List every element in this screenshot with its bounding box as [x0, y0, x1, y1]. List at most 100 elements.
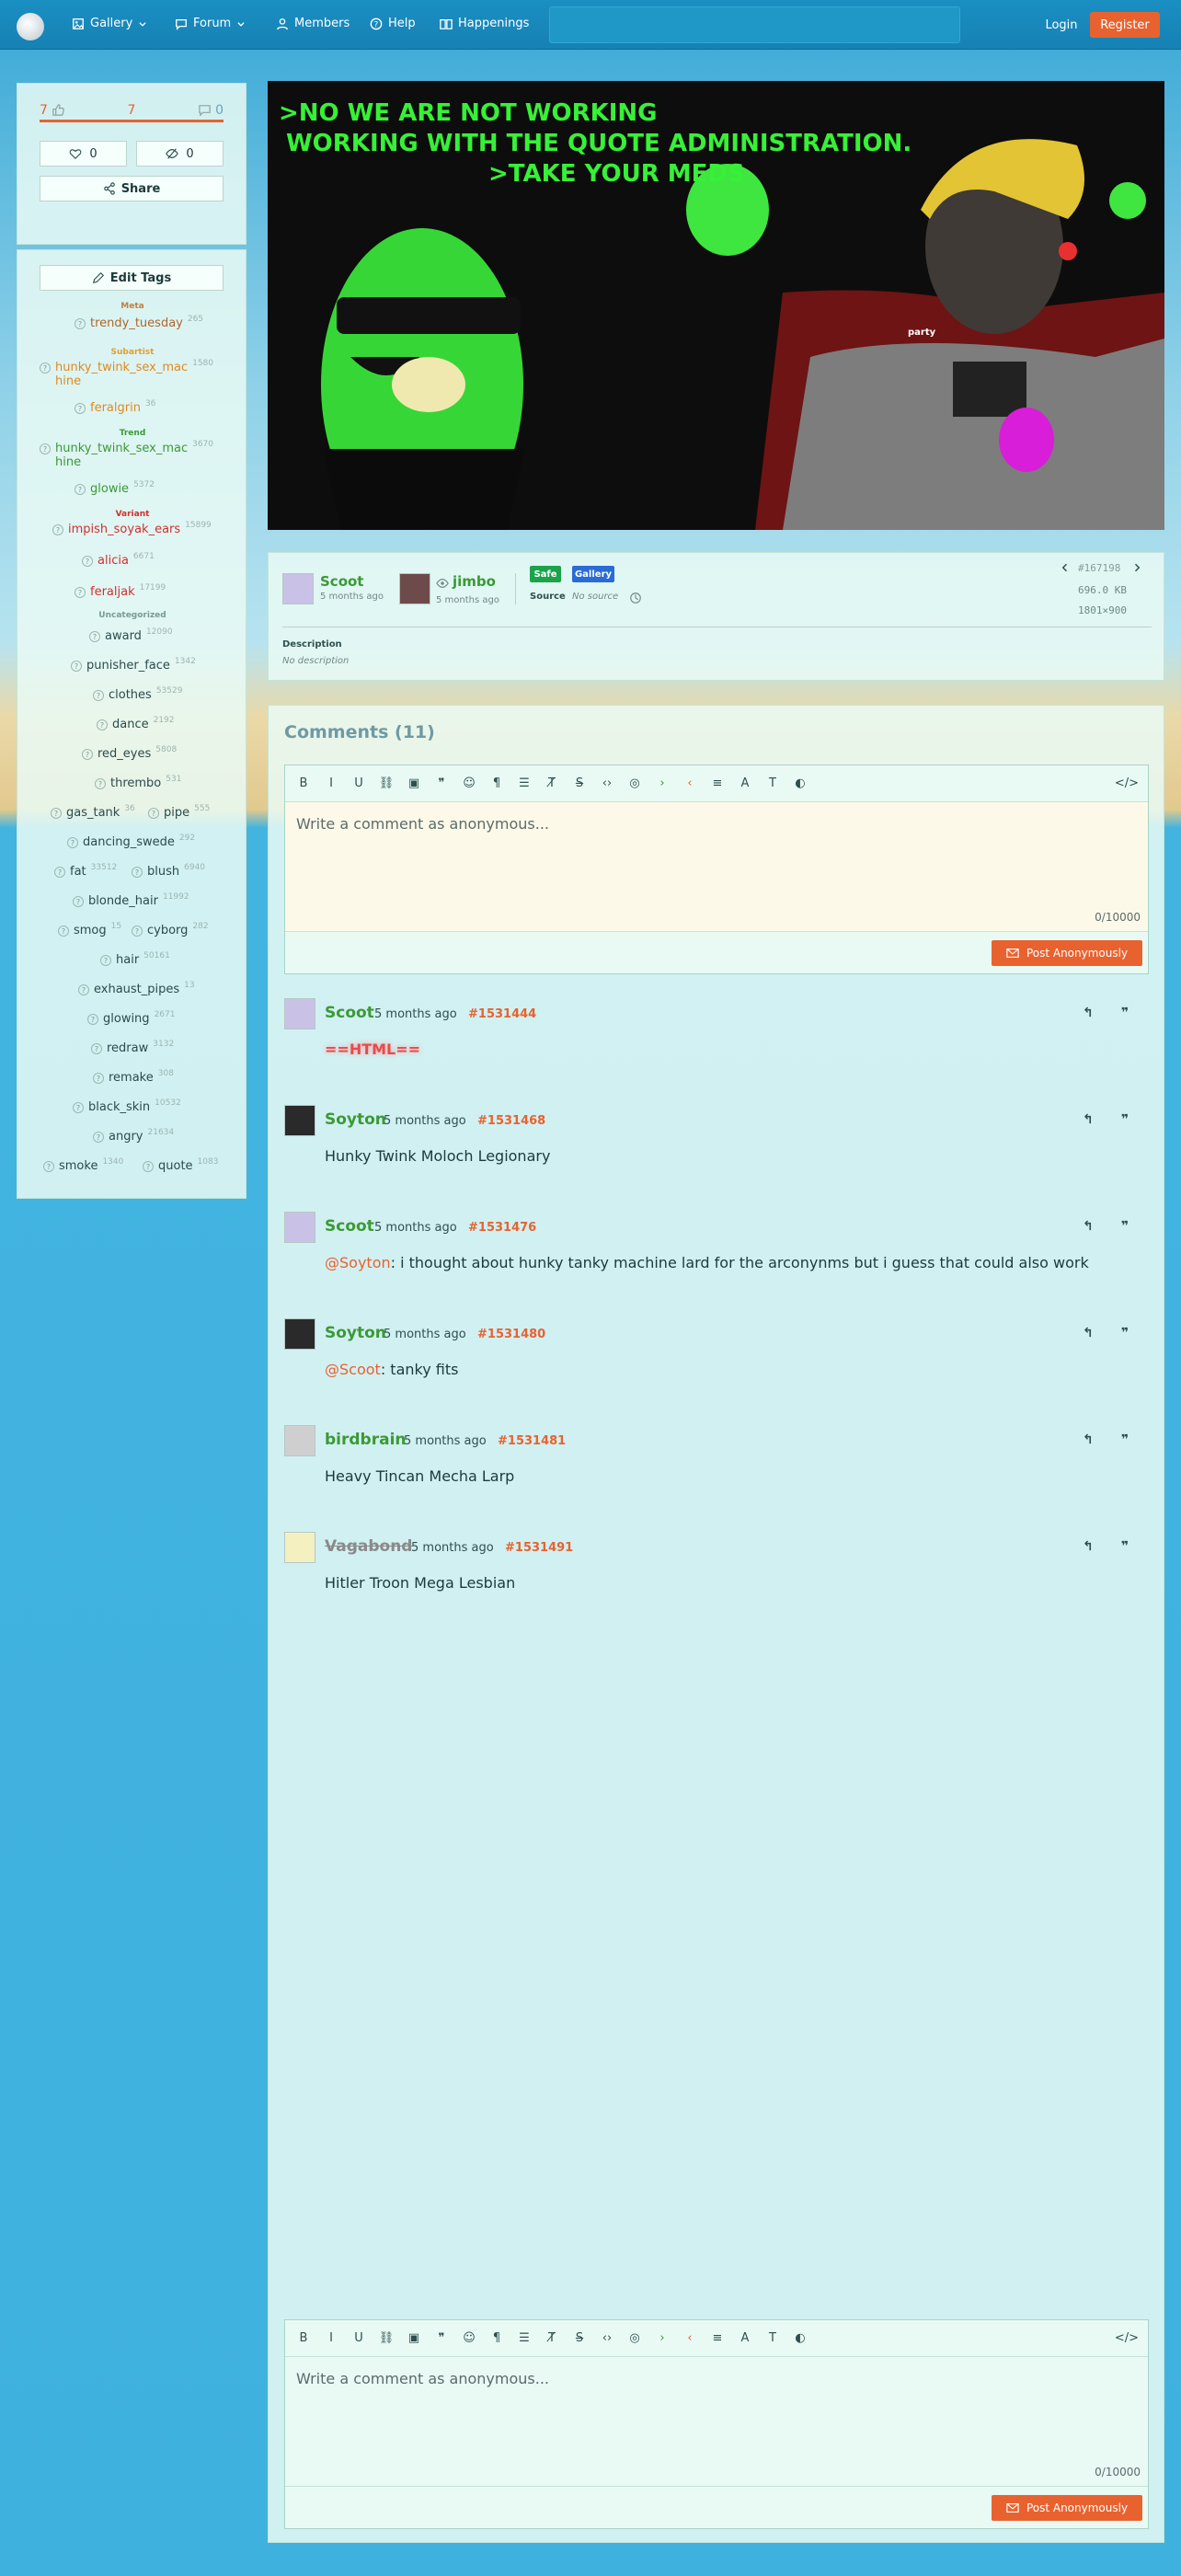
comment-author[interactable]: Scoot: [325, 1004, 374, 1022]
tag-item[interactable]: ? cyborg 282: [132, 922, 209, 937]
italic-icon[interactable]: I: [322, 2331, 340, 2345]
tag-item[interactable]: ? red_eyes 5808: [82, 745, 177, 761]
greentext-icon[interactable]: ›: [653, 776, 671, 790]
quote-icon[interactable]: ❞: [1121, 1539, 1129, 1554]
avatar[interactable]: [284, 1318, 315, 1350]
tag-item[interactable]: ? smog 15: [58, 922, 121, 937]
tag-help-icon[interactable]: ?: [78, 984, 89, 995]
quote-icon[interactable]: ❞: [1121, 1219, 1129, 1234]
align-icon[interactable]: ≡: [708, 776, 727, 790]
avatar[interactable]: [284, 998, 315, 1029]
avatar[interactable]: [284, 1105, 315, 1136]
tag-help-icon[interactable]: ?: [89, 631, 100, 642]
tag-item[interactable]: ? fat 33512: [54, 863, 117, 879]
comment-id-link[interactable]: #1531480: [477, 1328, 545, 1341]
tag-help-icon[interactable]: ?: [97, 719, 108, 730]
comment-author[interactable]: Vagabond: [325, 1537, 412, 1556]
site-logo[interactable]: [17, 13, 44, 40]
link-icon[interactable]: ⛓: [377, 776, 396, 790]
reply-icon[interactable]: ↰: [1083, 1006, 1094, 1020]
avatar[interactable]: [284, 1212, 315, 1243]
image-icon[interactable]: ▣: [405, 776, 423, 790]
nav-members[interactable]: Members: [276, 17, 350, 30]
tag-help-icon[interactable]: ?: [43, 1161, 54, 1172]
reply-icon[interactable]: ↰: [1083, 1539, 1094, 1554]
heading-icon[interactable]: ¶: [487, 2331, 506, 2345]
tag-item[interactable]: ? pipe 555: [148, 804, 210, 820]
post-image[interactable]: >NO WE ARE NOT WORKING WORKING WITH THE …: [268, 81, 1164, 530]
heading-icon[interactable]: ¶: [487, 776, 506, 790]
tag-item[interactable]: ? blush 6940: [132, 863, 205, 879]
tag-help-icon[interactable]: ?: [52, 524, 63, 535]
source-code-icon[interactable]: </>: [1115, 2331, 1139, 2345]
tag-help-icon[interactable]: ?: [95, 778, 106, 789]
list-icon[interactable]: ☰: [515, 776, 533, 790]
nav-happenings[interactable]: Happenings: [440, 17, 529, 30]
palette-icon[interactable]: ◐: [791, 776, 809, 790]
nav-help[interactable]: ? Help: [370, 17, 416, 30]
text-icon[interactable]: T: [763, 2331, 782, 2345]
comment-id-link[interactable]: #1531468: [477, 1114, 545, 1128]
tag-item[interactable]: ? dancing_swede 292: [67, 834, 195, 849]
tag-item[interactable]: ? glowing 2671: [87, 1010, 175, 1026]
tag-item[interactable]: ? redraw 3132: [91, 1040, 174, 1055]
greentext-icon[interactable]: ›: [653, 2331, 671, 2345]
spoiler-icon[interactable]: ◎: [625, 2331, 644, 2345]
reply-icon[interactable]: ↰: [1083, 1112, 1094, 1127]
editor-name[interactable]: jimbo: [453, 573, 496, 590]
tag-item[interactable]: ? smoke 1340: [43, 1157, 123, 1173]
nav-forum[interactable]: Forum: [175, 17, 246, 30]
clear-format-icon[interactable]: T̸: [543, 776, 561, 790]
comment-id-link[interactable]: #1531491: [505, 1541, 573, 1555]
tag-item[interactable]: ? blonde_hair 11992: [73, 892, 189, 908]
code-icon[interactable]: ‹›: [598, 776, 616, 790]
comment-author[interactable]: birdbrain: [325, 1431, 407, 1449]
share-button[interactable]: Share: [40, 176, 224, 201]
tag-item[interactable]: ? impish_soyak_ears 15899: [52, 521, 212, 536]
tag-help-icon[interactable]: ?: [67, 837, 78, 848]
avatar[interactable]: [284, 1532, 315, 1563]
tag-help-icon[interactable]: ?: [51, 808, 62, 819]
bold-icon[interactable]: B: [294, 2331, 313, 2345]
tag-help-icon[interactable]: ?: [40, 443, 51, 454]
source-code-icon[interactable]: </>: [1115, 776, 1139, 790]
tag-item[interactable]: ? glowie 5372: [75, 480, 155, 496]
tag-help-icon[interactable]: ?: [40, 362, 51, 374]
avatar[interactable]: [282, 573, 314, 604]
tag-item[interactable]: ? clothes 53529: [93, 686, 182, 702]
tag-help-icon[interactable]: ?: [75, 587, 86, 598]
quote-icon[interactable]: ❞: [1121, 1432, 1129, 1447]
tag-help-icon[interactable]: ?: [82, 749, 93, 760]
hide-button[interactable]: 0: [136, 141, 224, 167]
palette-icon[interactable]: ◐: [791, 2331, 809, 2345]
edit-tags-button[interactable]: Edit Tags: [40, 265, 224, 291]
tag-help-icon[interactable]: ?: [75, 484, 86, 495]
tag-help-icon[interactable]: ?: [93, 1073, 104, 1084]
orangetext-icon[interactable]: ‹: [681, 776, 699, 790]
link-icon[interactable]: ⛓: [377, 2331, 396, 2345]
nav-gallery[interactable]: Gallery: [72, 17, 147, 30]
color-icon[interactable]: A: [736, 2331, 754, 2345]
post-anonymously-button[interactable]: Post Anonymously: [992, 2495, 1142, 2521]
quote-icon[interactable]: ❞: [432, 2331, 451, 2345]
strikethrough-icon[interactable]: S̶: [570, 2331, 589, 2345]
quote-icon[interactable]: ❞: [1121, 1006, 1129, 1020]
clear-format-icon[interactable]: T̸: [543, 2331, 561, 2345]
quote-icon[interactable]: ❞: [432, 776, 451, 790]
list-icon[interactable]: ☰: [515, 2331, 533, 2345]
underline-icon[interactable]: U: [350, 2331, 368, 2345]
tag-help-icon[interactable]: ?: [100, 955, 111, 966]
reply-icon[interactable]: ↰: [1083, 1432, 1094, 1447]
italic-icon[interactable]: I: [322, 776, 340, 790]
tag-help-icon[interactable]: ?: [75, 318, 86, 329]
tag-item[interactable]: ? exhaust_pipes 13: [78, 981, 195, 996]
search-input[interactable]: [549, 6, 960, 43]
tag-item[interactable]: ? trendy_tuesday 265: [75, 315, 203, 330]
chevron-right-icon[interactable]: [1131, 562, 1142, 573]
type-badge[interactable]: Gallery: [572, 566, 614, 582]
align-icon[interactable]: ≡: [708, 2331, 727, 2345]
reply-icon[interactable]: ↰: [1083, 1219, 1094, 1234]
tag-help-icon[interactable]: ?: [75, 403, 86, 414]
tag-item[interactable]: ? dance 2192: [97, 716, 175, 731]
tag-help-icon[interactable]: ?: [93, 690, 104, 701]
